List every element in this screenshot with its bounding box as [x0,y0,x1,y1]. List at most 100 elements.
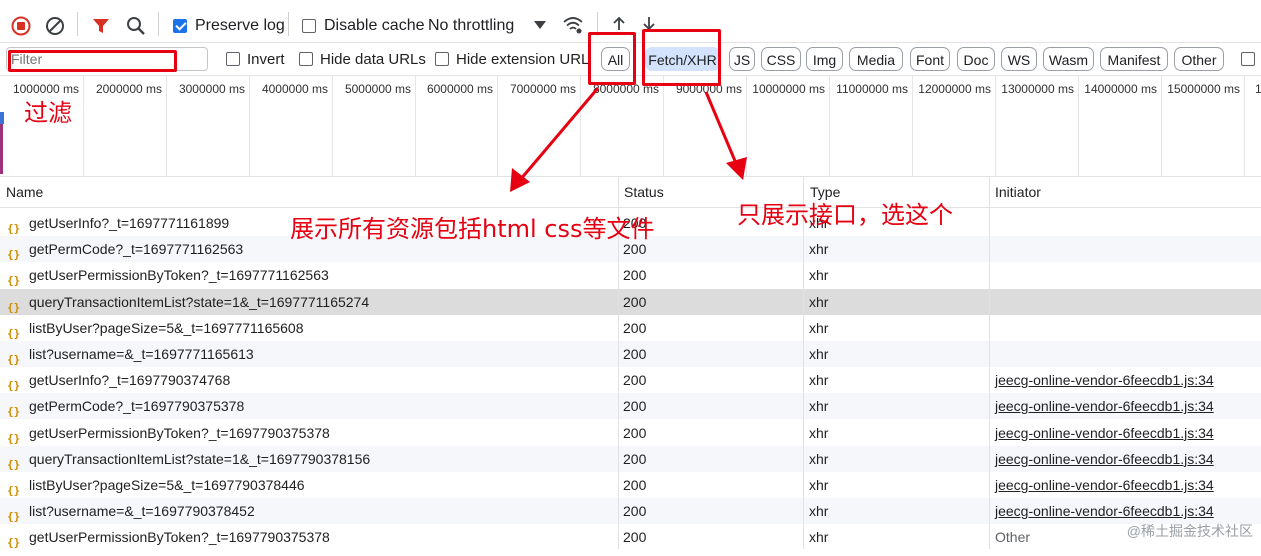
table-row[interactable]: {} queryTransactionItemList?state=1&_t=16… [0,288,1261,315]
timeline-tick-label: 2000000 ms [95,82,162,96]
filter-type-ws[interactable]: WS [1001,47,1037,71]
request-status: 200 [623,398,647,415]
request-type: xhr [809,346,829,362]
request-status: 200 [623,267,647,284]
table-row[interactable]: {} list?username=&_t=1697771165613 200 xhr [0,341,1261,367]
column-divider [989,177,990,549]
request-name: getPermCode?_t=1697790375378 [29,398,245,415]
timeline-gridline [1160,76,1162,176]
request-status: 200 [623,293,647,310]
request-type: xhr [809,372,829,389]
request-initiator[interactable]: jeecg-online-vendor-6feecdb1.js:34 [995,420,1214,446]
table-row[interactable]: {} listByUser?pageSize=5&_t=1697790378446… [0,472,1261,498]
stop-recording-icon[interactable] [11,16,31,36]
table-row[interactable]: {} getPermCode?_t=1697790375378 200 xhr jeec… [0,393,1261,420]
disable-cache-checkbox[interactable] [302,19,316,33]
search-icon[interactable] [126,16,146,36]
fetch-xhr-highlight-box [642,29,721,86]
toolbar-separator [158,12,159,36]
filter-type-other[interactable]: Other [1174,47,1224,71]
request-name: list?username=&_t=1697771165613 [29,346,254,362]
filter-highlight-box [8,50,177,72]
blocked-requests-checkbox[interactable] [1241,52,1255,66]
request-name: getUserPermissionByToken?_t=169779037537… [29,529,330,546]
invert-checkbox[interactable] [226,52,240,66]
filter-type-font[interactable]: Font [910,47,950,71]
column-divider [803,177,804,549]
request-name: queryTransactionItemList?state=1&_t=1697… [29,450,371,467]
filter-type-manifest[interactable]: Manifest [1100,47,1168,71]
request-initiator[interactable]: jeecg-online-vendor-6feecdb1.js:34 [995,472,1214,498]
request-status: 200 [623,424,647,441]
request-type: xhr [809,267,829,284]
request-name: list?username=&_t=1697790378452 [29,503,255,520]
timeline-gridline [579,76,581,176]
timeline-tick-label: 7000000 ms [509,82,576,96]
timeline-tick-label: 11000000 ms [836,82,908,96]
hide-extension-urls-label: Hide extension URLs [456,51,588,68]
annotation-fetch-xhr: 只展示接口，选这个 [737,201,953,229]
filter-type-doc[interactable]: Doc [957,47,995,71]
table-row[interactable]: {} listByUser?pageSize=5&_t=1697771165608… [0,315,1261,341]
table-row[interactable]: {} list?username=&_t=1697790378452 200 xhr j… [0,498,1261,525]
hide-data-urls-label: Hide data URLs [320,51,426,68]
table-row[interactable]: {} getUserPermissionByToken?_t=1697790375… [0,420,1261,446]
filter-type-js[interactable]: JS [729,47,755,71]
timeline-gridline [496,76,498,176]
filter-type-wasm[interactable]: Wasm [1043,47,1094,71]
timeline-request-bar [0,112,4,124]
timeline-tick-label: 13000000 ms [1001,82,1074,96]
column-header-status[interactable]: Status [624,177,664,207]
request-name: getUserPermissionByToken?_t=169777116256… [29,267,329,284]
timeline-tick-label: 16 [1255,82,1261,96]
timeline-tick-label: 14000000 ms [1084,82,1157,96]
all-highlight-box [588,32,636,85]
table-row[interactable]: {} getUserPermissionByToken?_t=1697790375… [0,524,1261,550]
table-row[interactable]: {} getUserPermissionByToken?_t=1697771162… [0,262,1261,288]
request-type: xhr [809,398,829,415]
timeline-gridline [82,76,84,176]
request-status: 200 [623,346,647,362]
timeline-gridline [414,76,416,176]
request-name: getUserPermissionByToken?_t=169779037537… [29,424,330,441]
request-name: listByUser?pageSize=5&_t=1697790378446 [29,477,305,493]
request-initiator: Other [995,529,1031,546]
network-conditions-icon[interactable] [562,15,584,35]
column-header-name[interactable]: Name [6,177,43,207]
filter-type-css[interactable]: CSS [761,47,801,71]
request-initiator[interactable]: jeecg-online-vendor-6feecdb1.js:34 [995,367,1214,393]
request-status: 200 [623,372,647,389]
request-name: getPermCode?_t=1697771162563 [29,241,244,258]
disable-cache-label: Disable cache [324,17,425,34]
annotation-filter: 过滤 [24,99,72,127]
request-initiator[interactable]: jeecg-online-vendor-6feecdb1.js:34 [995,446,1214,472]
column-header-initiator[interactable]: Initiator [995,177,1041,207]
request-status: 200 [623,529,647,546]
request-type: xhr [809,450,829,467]
filter-funnel-icon[interactable] [92,17,110,35]
table-row[interactable]: {} getUserInfo?_t=1697790374768 200 xhr jeec… [0,367,1261,393]
request-status: 200 [623,477,647,493]
timeline-tick-label: 12000000 ms [918,82,991,96]
throttling-select[interactable]: No throttling [428,17,514,35]
timeline-gridline [745,76,747,176]
clear-icon[interactable] [45,16,65,36]
preserve-log-checkbox[interactable] [173,19,187,33]
watermark: @稀土掘金技术社区 [1126,523,1253,539]
chevron-down-icon[interactable] [534,21,546,29]
timeline-tick-label: 6000000 ms [426,82,493,96]
request-initiator[interactable]: jeecg-online-vendor-6feecdb1.js:34 [995,393,1214,419]
hide-data-urls-checkbox[interactable] [299,52,313,66]
table-row[interactable]: {} queryTransactionItemList?state=1&_t=16… [0,445,1261,472]
timeline-overview[interactable]: 1000000 ms 2000000 ms 3000000 ms 4000000 ms… [0,76,1261,177]
xhr-request-icon: {} [7,536,21,550]
request-name: listByUser?pageSize=5&_t=1697771165608 [29,319,304,336]
timeline-gridline [994,76,996,176]
invert-label: Invert [247,51,285,68]
request-status: 200 [623,319,647,336]
toolbar-separator [288,12,289,36]
filter-type-media[interactable]: Media [849,47,903,71]
request-name: getUserInfo?_t=1697771161899 [29,215,230,231]
hide-extension-urls-checkbox[interactable] [435,52,449,66]
filter-type-img[interactable]: Img [806,47,843,71]
